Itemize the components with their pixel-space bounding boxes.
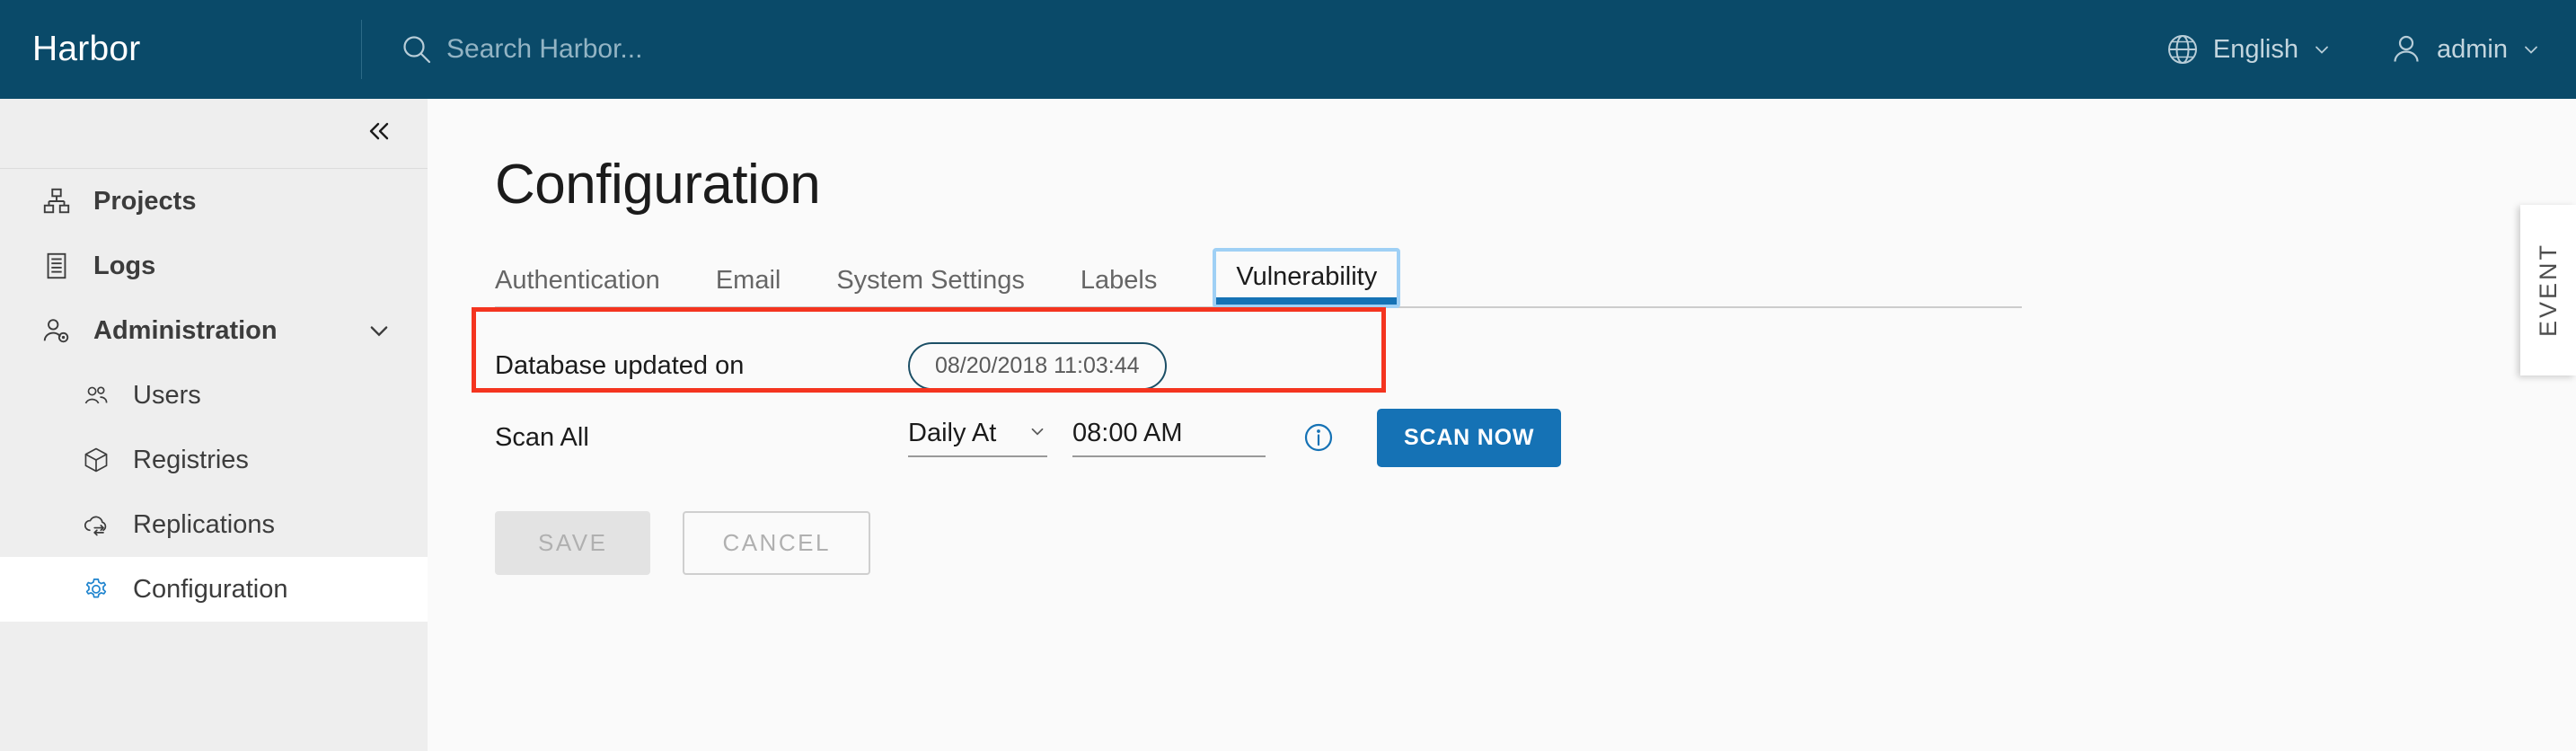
language-label: English	[2212, 34, 2298, 64]
sidebar: Projects Logs Administration Users Regis…	[0, 99, 428, 751]
tab-labels[interactable]: Labels	[1081, 268, 1157, 308]
sidebar-item-administration[interactable]: Administration	[0, 298, 428, 363]
tab-email[interactable]: Email	[716, 268, 781, 308]
sidebar-item-label: Replications	[133, 509, 275, 539]
tab-system-settings[interactable]: System Settings	[836, 268, 1025, 308]
configuration-tabs: Authentication Email System Settings Lab…	[495, 247, 2507, 308]
scan-now-button[interactable]: SCAN NOW	[1377, 408, 1562, 467]
user-icon	[2390, 33, 2422, 66]
top-header: Harbor English	[0, 0, 2576, 99]
page-title: Configuration	[495, 154, 821, 216]
tab-vulnerability[interactable]: Vulnerability	[1213, 248, 1401, 308]
sidebar-item-label: Logs	[93, 251, 156, 280]
users-icon	[79, 378, 113, 412]
form-actions: SAVE CANCEL	[495, 511, 2576, 575]
double-chevron-left-icon	[365, 117, 393, 150]
language-selector[interactable]: English	[2166, 33, 2331, 66]
database-updated-row: Database updated on 08/20/2018 11:03:44	[495, 335, 2576, 396]
vulnerability-form: Database updated on 08/20/2018 11:03:44 …	[495, 335, 2576, 575]
sidebar-item-projects[interactable]: Projects	[0, 169, 428, 234]
search-bar[interactable]	[362, 0, 2107, 99]
sidebar-item-label: Registries	[133, 445, 249, 474]
administration-icon	[40, 314, 74, 348]
globe-icon	[2166, 33, 2199, 66]
sidebar-item-label: Users	[133, 380, 201, 410]
tab-authentication[interactable]: Authentication	[495, 268, 660, 308]
chevron-down-icon	[1028, 421, 1047, 446]
sidebar-item-label: Configuration	[133, 574, 288, 604]
chevron-down-icon[interactable]	[366, 318, 392, 343]
sidebar-item-users[interactable]: Users	[0, 363, 428, 428]
database-updated-label: Database updated on	[495, 350, 745, 380]
event-tab-label: EVENT	[2534, 243, 2562, 338]
sidebar-item-label: Projects	[93, 186, 197, 216]
registries-icon	[79, 443, 113, 477]
sidebar-item-logs[interactable]: Logs	[0, 234, 428, 298]
scan-schedule-select[interactable]: Daily At	[908, 419, 1047, 457]
app-brand[interactable]: Harbor	[0, 30, 361, 69]
sidebar-item-replications[interactable]: Replications	[0, 492, 428, 557]
chevron-down-icon	[2313, 40, 2331, 58]
scan-all-label: Scan All	[495, 422, 589, 452]
chevron-down-icon	[2522, 40, 2540, 58]
logs-icon	[40, 249, 74, 283]
sidebar-item-registries[interactable]: Registries	[0, 428, 428, 492]
search-icon	[401, 34, 432, 65]
cancel-button[interactable]: CANCEL	[683, 511, 870, 575]
search-input[interactable]	[446, 34, 1021, 65]
header-right-actions: English admin	[2107, 33, 2576, 66]
replications-icon	[79, 508, 113, 542]
event-side-tab[interactable]: EVENT	[2520, 205, 2576, 376]
database-updated-value: 08/20/2018 11:03:44	[908, 341, 1167, 390]
account-label: admin	[2437, 34, 2508, 64]
projects-icon	[40, 184, 74, 218]
scan-schedule-value: Daily At	[908, 418, 997, 447]
gear-icon	[79, 572, 113, 606]
account-menu[interactable]: admin	[2390, 33, 2540, 66]
scan-time-input[interactable]	[1072, 418, 1266, 448]
sidebar-item-configuration[interactable]: Configuration	[0, 557, 428, 622]
sidebar-item-label: Administration	[93, 315, 278, 345]
scan-time-field[interactable]	[1072, 418, 1266, 457]
sidebar-collapse-button[interactable]	[0, 99, 428, 169]
scan-all-row: Scan All Daily At SCAN NOW	[495, 407, 2576, 468]
save-button[interactable]: SAVE	[495, 511, 651, 575]
main-content: Configuration Authentication Email Syste…	[428, 99, 2576, 751]
info-circle-icon[interactable]	[1303, 422, 1334, 453]
